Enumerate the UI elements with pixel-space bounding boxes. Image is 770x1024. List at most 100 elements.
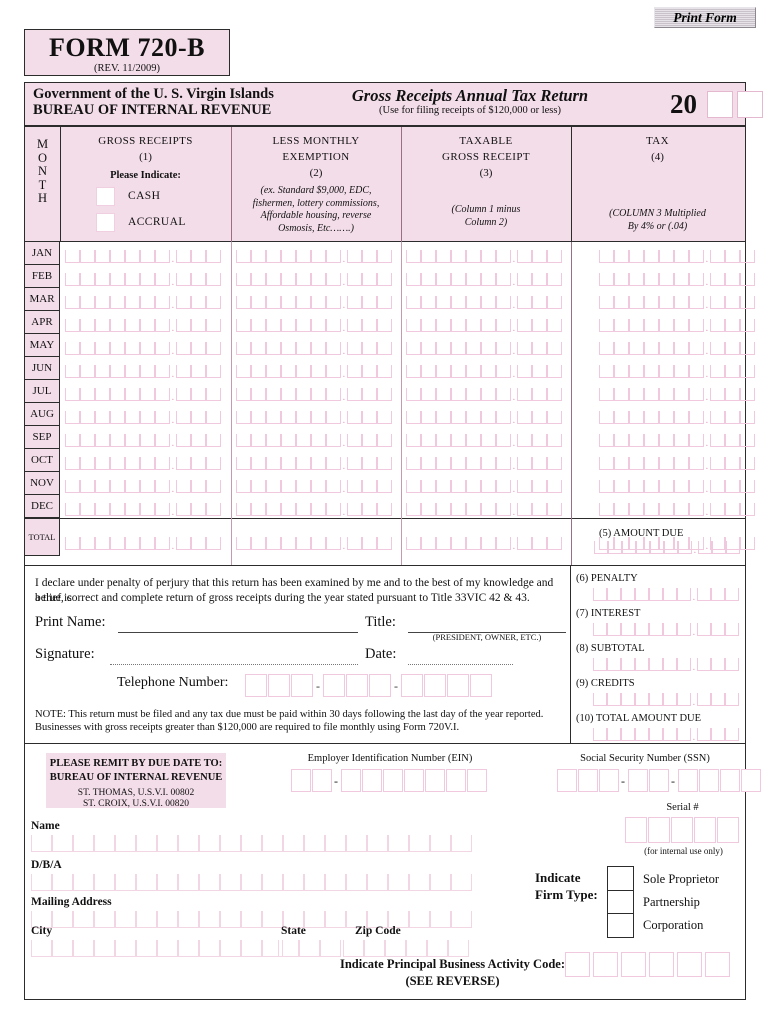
cash-checkbox[interactable]: [96, 186, 115, 206]
digit-cell[interactable]: [696, 658, 711, 671]
digit-cell[interactable]: [739, 411, 755, 424]
digit-cell[interactable]: [659, 503, 674, 516]
digit-cell[interactable]: [421, 480, 436, 493]
amount-due-input[interactable]: .: [594, 541, 740, 556]
digit-cell[interactable]: [190, 434, 206, 447]
digit-cell[interactable]: [205, 296, 221, 309]
char-cell[interactable]: [241, 874, 262, 891]
digit-cell[interactable]: [724, 503, 740, 516]
digit-cell[interactable]: [421, 503, 436, 516]
digit-cell[interactable]: [481, 273, 496, 286]
digit-cell[interactable]: [175, 250, 191, 263]
digit-cell[interactable]: [496, 480, 511, 493]
digit-cell[interactable]: [644, 503, 659, 516]
char-cell[interactable]: [320, 940, 341, 957]
amount-field-jan-col1[interactable]: .: [65, 250, 221, 265]
digit-cell[interactable]: [674, 457, 689, 470]
digit-cell[interactable]: [481, 250, 496, 263]
accrual-checkbox[interactable]: [96, 212, 115, 232]
digit-cell[interactable]: [724, 273, 740, 286]
digit-cell[interactable]: [326, 537, 341, 550]
digit-cell[interactable]: [659, 250, 674, 263]
digit-cell[interactable]: [546, 411, 562, 424]
digit-cell[interactable]: [621, 623, 635, 636]
digit-cell[interactable]: [635, 693, 649, 706]
digit-cell[interactable]: [346, 457, 362, 470]
digit-cell[interactable]: [689, 457, 704, 470]
digit-cell[interactable]: [155, 250, 170, 263]
char-cell[interactable]: [346, 835, 367, 852]
digit-cell[interactable]: [674, 250, 689, 263]
char-cell[interactable]: [388, 835, 409, 852]
digit-cell[interactable]: [346, 319, 362, 332]
char-cell[interactable]: [31, 874, 52, 891]
digit-cell[interactable]: [516, 537, 532, 550]
digit-cell[interactable]: [190, 457, 206, 470]
digit-cell[interactable]: [95, 537, 110, 550]
serial-digit-box[interactable]: [671, 817, 693, 843]
digit-cell[interactable]: [175, 457, 191, 470]
digit-cell[interactable]: [436, 434, 451, 447]
digit-cell[interactable]: [311, 319, 326, 332]
digit-cell[interactable]: [466, 296, 481, 309]
digit-cell[interactable]: [80, 342, 95, 355]
digit-cell[interactable]: [95, 319, 110, 332]
digit-cell[interactable]: [406, 365, 421, 378]
digit-cell[interactable]: [296, 365, 311, 378]
digit-cell[interactable]: [724, 693, 739, 706]
char-cell[interactable]: [136, 911, 157, 928]
ein-digit-box[interactable]: [404, 769, 424, 792]
total-amount-col3[interactable]: .: [406, 537, 562, 552]
ssn-digit-box[interactable]: [649, 769, 669, 792]
digit-cell[interactable]: [190, 537, 206, 550]
digit-cell[interactable]: [406, 273, 421, 286]
digit-cell[interactable]: [251, 319, 266, 332]
digit-cell[interactable]: [296, 250, 311, 263]
digit-cell[interactable]: [516, 365, 532, 378]
digit-cell[interactable]: [696, 588, 711, 601]
digit-cell[interactable]: [607, 588, 621, 601]
digit-cell[interactable]: [531, 537, 547, 550]
digit-cell[interactable]: [644, 411, 659, 424]
digit-cell[interactable]: [65, 537, 80, 550]
digit-cell[interactable]: [629, 457, 644, 470]
digit-cell[interactable]: [266, 411, 281, 424]
char-cell[interactable]: [346, 874, 367, 891]
digit-cell[interactable]: [674, 480, 689, 493]
digit-cell[interactable]: [95, 250, 110, 263]
digit-cell[interactable]: [622, 541, 636, 554]
digit-cell[interactable]: [599, 480, 614, 493]
digit-cell[interactable]: [739, 388, 755, 401]
char-cell[interactable]: [409, 911, 430, 928]
digit-cell[interactable]: [326, 503, 341, 516]
digit-cell[interactable]: [376, 296, 392, 309]
digit-cell[interactable]: [281, 342, 296, 355]
digit-cell[interactable]: [644, 388, 659, 401]
digit-cell[interactable]: [266, 480, 281, 493]
digit-cell[interactable]: [281, 480, 296, 493]
activity-code-digit-box[interactable]: [565, 952, 590, 977]
digit-cell[interactable]: [80, 250, 95, 263]
digit-cell[interactable]: [281, 296, 296, 309]
digit-cell[interactable]: [190, 273, 206, 286]
amount-field-dec-col1[interactable]: .: [65, 503, 221, 518]
ein-digit-box[interactable]: [425, 769, 445, 792]
digit-cell[interactable]: [376, 537, 392, 550]
char-cell[interactable]: [304, 835, 325, 852]
digit-cell[interactable]: [406, 296, 421, 309]
digit-cell[interactable]: [205, 480, 221, 493]
digit-cell[interactable]: [629, 273, 644, 286]
digit-cell[interactable]: [739, 434, 755, 447]
accrual-option-row[interactable]: ACCRUAL: [96, 209, 186, 235]
digit-cell[interactable]: [531, 434, 547, 447]
digit-cell[interactable]: [251, 388, 266, 401]
digit-cell[interactable]: [593, 728, 607, 741]
digit-cell[interactable]: [311, 342, 326, 355]
digit-cell[interactable]: [251, 250, 266, 263]
digit-cell[interactable]: [593, 658, 607, 671]
digit-cell[interactable]: [599, 273, 614, 286]
digit-cell[interactable]: [724, 588, 739, 601]
amount-field-sep-col2[interactable]: .: [236, 434, 392, 449]
digit-cell[interactable]: [531, 457, 547, 470]
digit-cell[interactable]: [635, 623, 649, 636]
